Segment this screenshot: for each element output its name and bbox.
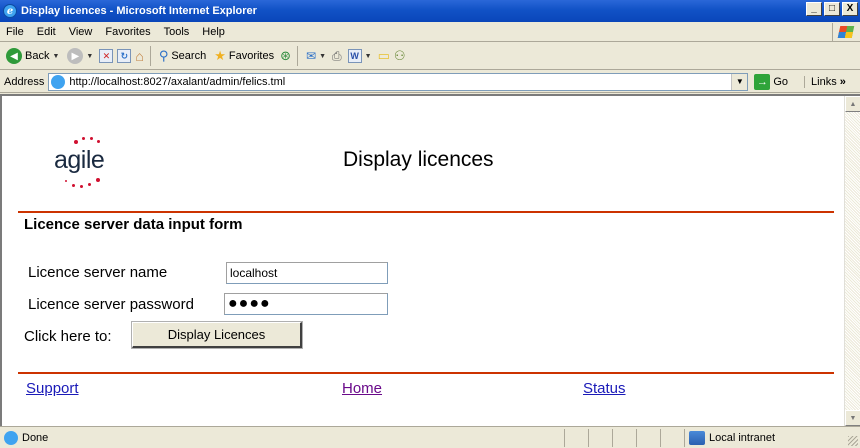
server-name-input[interactable]: localhost [226,262,388,284]
server-password-label: Licence server password [28,296,194,313]
menu-help[interactable]: Help [202,26,225,38]
links-label: Links [811,75,837,88]
address-bar: Address http://localhost:8027/axalant/ad… [0,71,860,93]
mail-dropdown-icon[interactable]: ▼ [319,53,326,60]
status-pane [588,428,612,447]
resize-grip-icon[interactable] [848,436,858,446]
status-pane [636,428,660,447]
go-arrow-icon: → [754,73,771,90]
form-section-title: Licence server data input form [24,216,243,233]
title-bar: e Display licences - Microsoft Internet … [0,0,860,22]
server-name-label: Licence server name [28,264,168,281]
menu-edit[interactable]: Edit [37,26,56,38]
go-label: Go [773,75,789,88]
status-text: Done [22,431,49,444]
chevron-right-icon: » [839,75,846,88]
media-icon[interactable]: ⊛ [280,48,291,64]
edit-dropdown-icon[interactable]: ▼ [365,53,372,60]
address-url[interactable]: http://localhost:8027/axalant/admin/feli… [69,76,285,88]
status-message: Done [0,430,564,445]
ie-icon: e [3,4,17,18]
back-button[interactable]: ◀ Back ▼ [4,45,61,67]
links-button[interactable]: Links » [804,75,846,88]
server-password-input[interactable]: ●●●● [224,293,388,315]
window-title: Display licences - Microsoft Internet Ex… [21,5,257,17]
click-here-label: Click here to: [24,328,112,345]
back-dropdown-icon[interactable]: ▼ [52,53,59,60]
forward-button[interactable]: ▶ ▼ [65,45,95,67]
word-icon: W [347,49,362,63]
mail-icon: ✉ [306,49,317,63]
home-link[interactable]: Home [342,380,382,397]
mail-button[interactable]: ✉ ▼ [304,45,328,67]
search-icon: ⚲ [158,48,169,63]
menu-tools[interactable]: Tools [164,26,190,38]
edit-button[interactable]: W ▼ [346,45,374,67]
scrollbar-track[interactable] [845,112,860,410]
agile-logo: agile [52,134,142,194]
home-icon[interactable]: ⌂ [135,48,143,64]
password-mask: ●●●● [228,295,271,312]
discuss-icon[interactable]: ▭ [378,48,390,64]
windows-flag-icon [832,23,858,41]
menu-view[interactable]: View [69,26,93,38]
star-icon: ★ [214,48,226,63]
favorites-label: Favorites [228,50,275,62]
security-zone: Local intranet [684,428,844,447]
top-divider [18,211,834,213]
search-button[interactable]: ⚲ Search [157,45,208,67]
logo-text: agile [54,146,105,174]
address-dropdown-icon[interactable]: ▼ [731,73,748,90]
status-bar: Done Local intranet [0,426,860,448]
toolbar-separator [149,46,151,66]
favorites-button[interactable]: ★ Favorites [212,45,276,67]
support-link[interactable]: Support [26,380,79,397]
print-icon[interactable]: ⎙ [332,49,342,64]
stop-icon[interactable]: ✕ [99,49,114,63]
status-pane [612,428,636,447]
toolbar: ◀ Back ▼ ▶ ▼ ✕ ↻ ⌂ ⚲ Search ★ Favorites … [0,43,860,70]
bottom-divider [18,372,834,374]
menu-favorites[interactable]: Favorites [105,26,150,38]
forward-arrow-icon: ▶ [67,48,84,64]
back-label: Back [25,50,50,62]
status-link[interactable]: Status [583,380,626,397]
intranet-icon [689,430,705,445]
page-title: Display licences [343,148,494,171]
status-pane [564,428,588,447]
messenger-icon[interactable]: ⚇ [394,48,406,64]
back-arrow-icon: ◀ [6,48,22,64]
server-name-value: localhost [230,266,278,280]
scroll-down-icon[interactable]: ▼ [845,410,860,426]
vertical-scrollbar[interactable]: ▲ ▼ [844,96,860,426]
zone-text: Local intranet [709,431,776,444]
page-icon [51,74,66,89]
search-label: Search [171,50,207,62]
forward-dropdown-icon[interactable]: ▼ [86,53,93,60]
menu-bar: File Edit View Favorites Tools Help [0,22,860,42]
toolbar-separator [297,46,299,66]
address-input[interactable]: http://localhost:8027/axalant/admin/feli… [48,72,749,91]
menu-file[interactable]: File [6,26,24,38]
status-pane [660,428,684,447]
minimize-button[interactable]: _ [806,2,822,16]
close-button[interactable]: X [842,2,858,16]
scroll-up-icon[interactable]: ▲ [845,96,860,112]
window-controls: _ □ X [806,2,858,16]
page-status-icon [4,430,18,445]
maximize-button[interactable]: □ [824,2,840,16]
address-label: Address [4,75,45,88]
display-licences-button[interactable]: Display Licences [131,321,303,349]
refresh-icon[interactable]: ↻ [117,49,132,63]
go-button[interactable]: → Go [754,73,789,90]
